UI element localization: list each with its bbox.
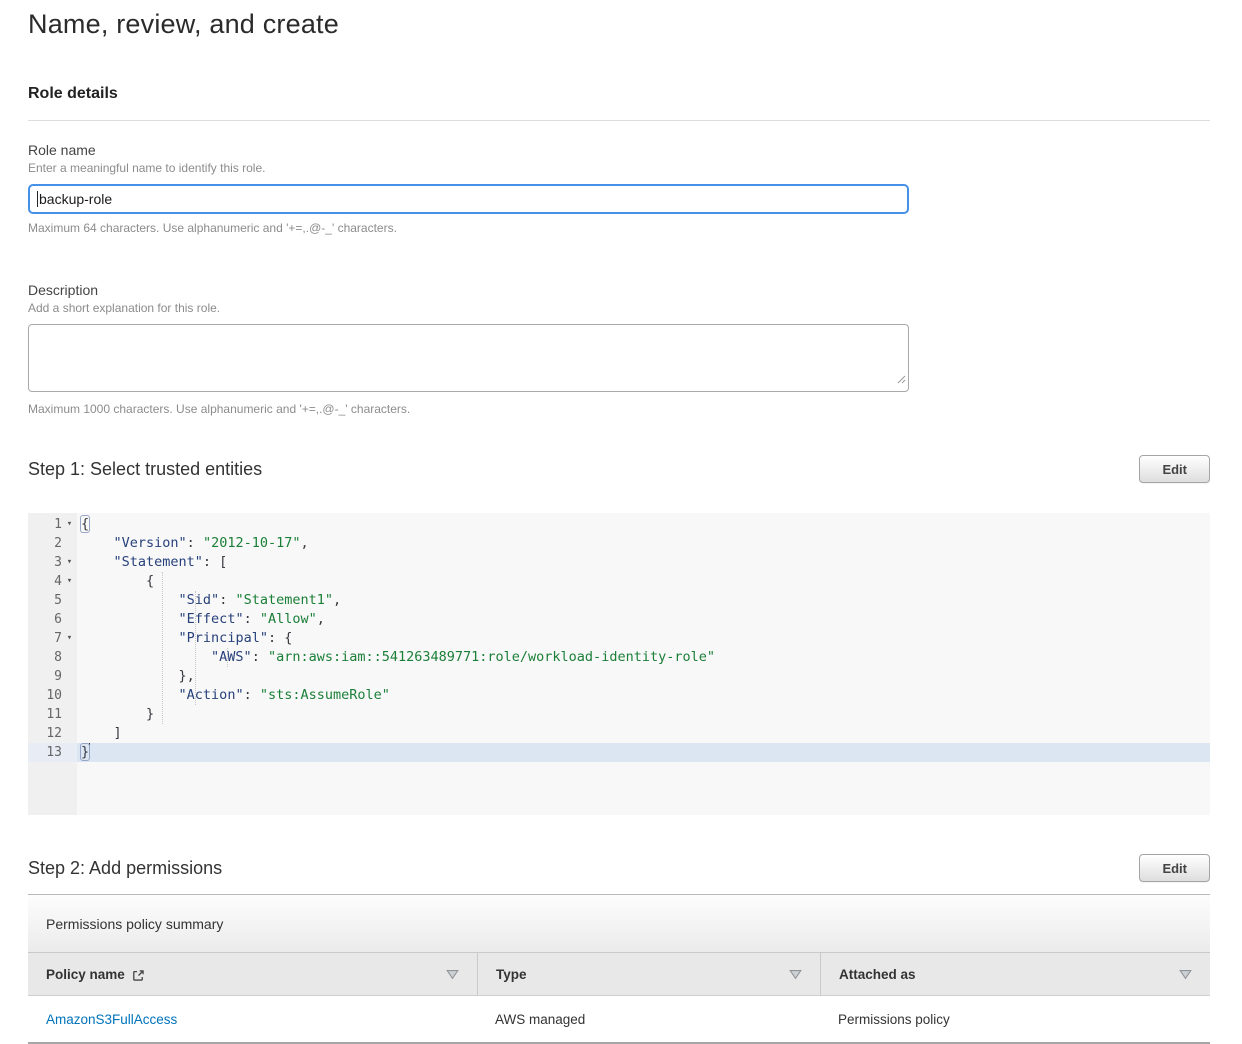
indent-guide (162, 572, 163, 724)
editor-gutter: 1▾23▾4▾567▾8910111213 (28, 513, 77, 815)
gutter-line: 9 (28, 667, 77, 686)
permissions-panel-header: Permissions policy summary (28, 895, 1210, 953)
code-line[interactable]: }, (77, 667, 1210, 686)
indent-guide (195, 591, 196, 705)
gutter-line: 6 (28, 610, 77, 629)
gutter-line: 1▾ (28, 515, 77, 534)
code-line[interactable]: "Statement": [ (77, 553, 1210, 572)
role-name-constraint: Maximum 64 characters. Use alphanumeric … (28, 221, 1210, 235)
edit-permissions-button[interactable]: Edit (1139, 854, 1210, 882)
code-line[interactable]: "Effect": "Allow", (77, 610, 1210, 629)
column-header-label: Type (496, 967, 527, 982)
table-row: AmazonS3FullAccess AWS managedPermissions… (28, 996, 1210, 1042)
gutter-line: 7▾ (28, 629, 77, 648)
fold-arrow-icon[interactable]: ▾ (62, 572, 77, 591)
policy-json-editor[interactable]: 1▾23▾4▾567▾8910111213 { "Version": "2012… (28, 513, 1210, 815)
code-line[interactable]: "Sid": "Statement1", (77, 591, 1210, 610)
code-line[interactable]: "Version": "2012-10-17", (77, 534, 1210, 553)
text-cursor (37, 191, 38, 207)
divider (28, 120, 1210, 121)
step2-header-row: Step 2: Add permissions Edit (28, 854, 1210, 882)
gutter-line: 11 (28, 705, 77, 724)
permissions-panel: Permissions policy summary Policy name Ty… (28, 894, 1210, 1044)
gutter-line: 12 (28, 724, 77, 743)
role-name-label: Role name (28, 142, 1210, 158)
description-constraint: Maximum 1000 characters. Use alphanumeri… (28, 402, 1210, 416)
table-header-row: Policy name Type Attached as (28, 953, 1210, 996)
code-line[interactable]: } (77, 743, 1210, 762)
description-help: Add a short explanation for this role. (28, 301, 1210, 315)
step1-heading: Step 1: Select trusted entities (28, 459, 262, 480)
fold-arrow-icon[interactable]: ▾ (62, 629, 77, 648)
external-link-icon (132, 969, 145, 982)
gutter-line: 2 (28, 534, 77, 553)
gutter-line: 5 (28, 591, 77, 610)
code-line[interactable]: "AWS": "arn:aws:iam::541263489771:role/w… (77, 648, 1210, 667)
editor-code[interactable]: { "Version": "2012-10-17", "Statement": … (77, 513, 1210, 815)
code-line[interactable]: { (77, 515, 1210, 534)
code-line[interactable]: ] (77, 724, 1210, 743)
column-header-type[interactable]: Type (477, 953, 820, 995)
filter-icon[interactable] (789, 970, 802, 980)
step2-heading: Step 2: Add permissions (28, 858, 222, 879)
gutter-line: 3▾ (28, 553, 77, 572)
fold-arrow-icon[interactable]: ▾ (62, 553, 77, 572)
editor-cursor (89, 743, 90, 758)
description-textarea[interactable] (28, 324, 909, 392)
gutter-line: 10 (28, 686, 77, 705)
role-name-input[interactable]: backup-role (28, 184, 909, 214)
column-header-policy-name[interactable]: Policy name (28, 953, 477, 995)
gutter-line: 8 (28, 648, 77, 667)
fold-arrow-icon[interactable]: ▾ (62, 515, 77, 534)
filter-icon[interactable] (446, 970, 459, 980)
page-title: Name, review, and create (28, 0, 1210, 40)
role-name-help: Enter a meaningful name to identify this… (28, 161, 1210, 175)
policy-type-cell: AWS managed (477, 996, 820, 1042)
code-line[interactable]: "Action": "sts:AssumeRole" (77, 686, 1210, 705)
indent-guide (227, 648, 228, 667)
column-header-label: Policy name (46, 967, 125, 982)
column-header-label: Attached as (839, 967, 916, 982)
resize-handle-icon[interactable] (897, 371, 906, 389)
gutter-line: 4▾ (28, 572, 77, 591)
filter-icon[interactable] (1179, 970, 1192, 980)
attached-as-cell: Permissions policy (820, 996, 1210, 1042)
permissions-panel-title: Permissions policy summary (46, 916, 223, 932)
gutter-line: 13 (28, 743, 77, 762)
description-label: Description (28, 282, 1210, 298)
role-details-heading: Role details (28, 85, 1210, 103)
edit-trusted-entities-button[interactable]: Edit (1139, 455, 1210, 483)
policy-name-link[interactable]: AmazonS3FullAccess (46, 1012, 177, 1027)
step1-header-row: Step 1: Select trusted entities Edit (28, 455, 1210, 483)
code-line[interactable]: } (77, 705, 1210, 724)
code-line[interactable]: "Principal": { (77, 629, 1210, 648)
column-header-attached-as[interactable]: Attached as (820, 953, 1210, 995)
code-line[interactable]: { (77, 572, 1210, 591)
role-name-value: backup-role (39, 191, 112, 207)
page: Name, review, and create Role details Ro… (28, 0, 1210, 1044)
